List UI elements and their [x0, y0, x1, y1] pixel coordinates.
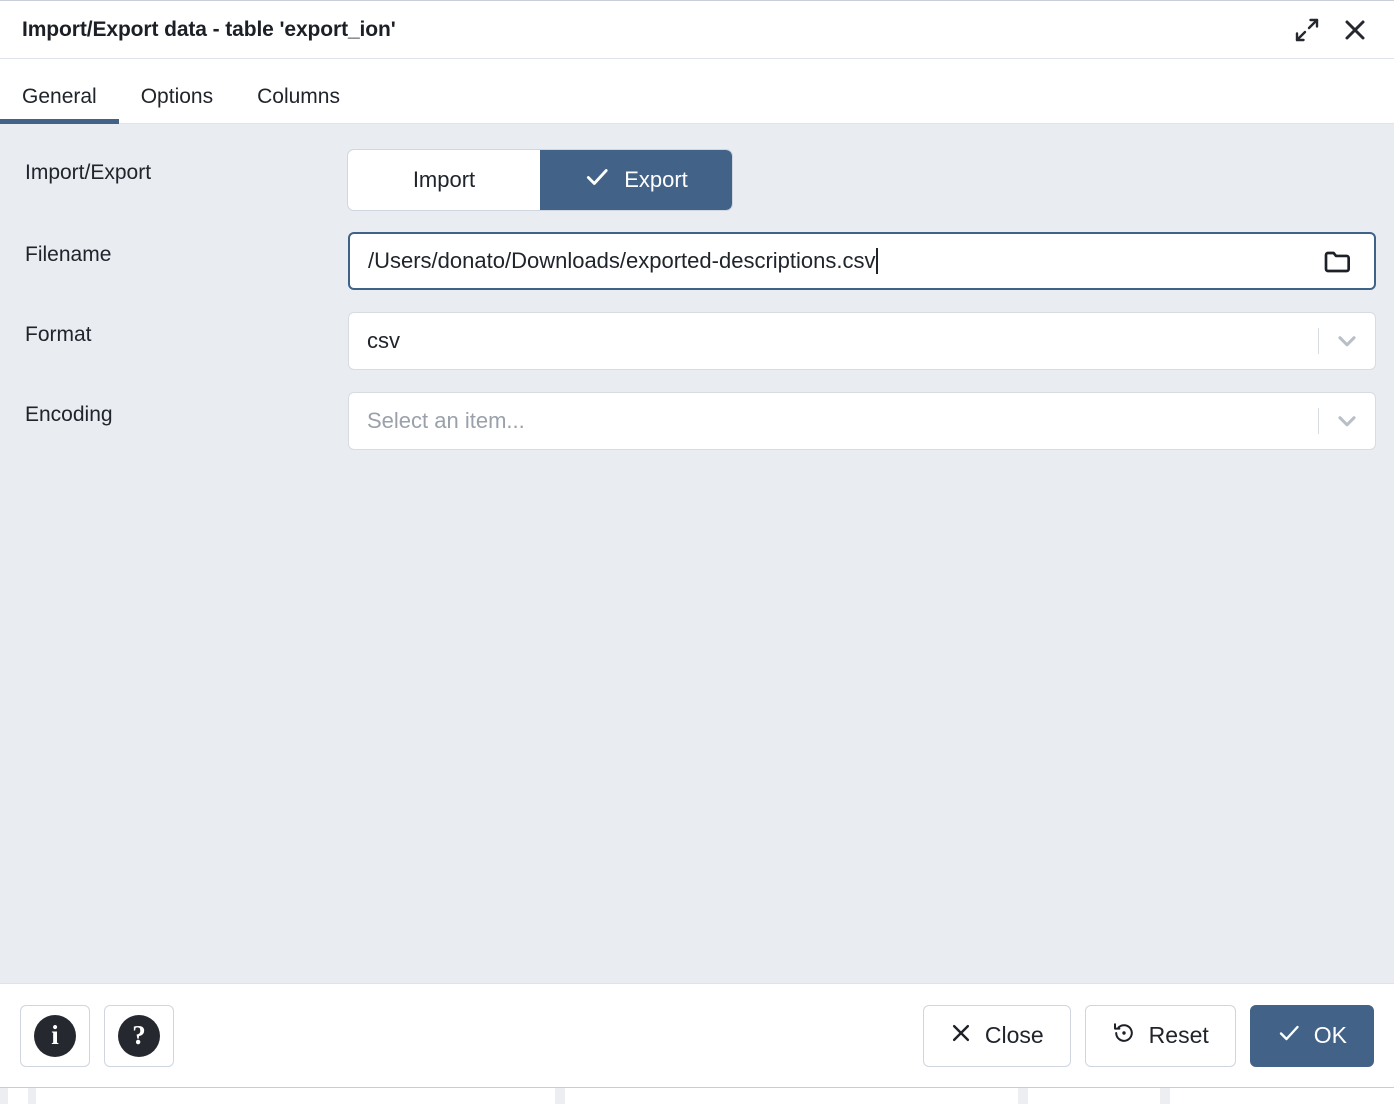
- general-tab-panel: Import/Export Import Export Filename /Us…: [0, 124, 1394, 983]
- close-icon[interactable]: [1338, 13, 1372, 47]
- export-option[interactable]: Export: [540, 150, 732, 210]
- info-icon: i: [34, 1014, 76, 1057]
- import-option-label: Import: [412, 167, 476, 192]
- field-row-import-export: Import/Export Import Export: [18, 150, 1376, 210]
- help-icon: ?: [118, 1014, 160, 1057]
- field-row-encoding: Encoding Select an item...: [18, 392, 1376, 450]
- chevron-down-icon[interactable]: [1319, 393, 1375, 449]
- encoding-select-placeholder: Select an item...: [367, 408, 525, 433]
- ok-button-label: OK: [1313, 1022, 1347, 1048]
- encoding-control: Select an item...: [348, 392, 1376, 450]
- import-export-dialog: Import/Export data - table 'export_ion' …: [0, 0, 1394, 1104]
- field-row-format: Format csv: [18, 312, 1376, 370]
- filename-value: /Users/donato/Downloads/exported-descrip…: [368, 248, 876, 273]
- dialog-footer: i ? Close Reset OK: [0, 983, 1394, 1087]
- tab-columns[interactable]: Columns: [235, 86, 362, 123]
- import-option[interactable]: Import: [348, 150, 540, 210]
- text-caret: [876, 248, 879, 274]
- ok-button[interactable]: OK: [1249, 1004, 1374, 1067]
- format-select-value: csv: [367, 328, 400, 353]
- tab-general[interactable]: General: [0, 86, 119, 124]
- dialog-titlebar: Import/Export data - table 'export_ion': [0, 1, 1394, 59]
- filename-label: Filename: [25, 243, 112, 266]
- filename-input-text: /Users/donato/Downloads/exported-descrip…: [368, 248, 1318, 274]
- filename-control: /Users/donato/Downloads/exported-descrip…: [348, 232, 1376, 290]
- close-icon: [950, 1022, 972, 1050]
- reset-button-label: Reset: [1148, 1022, 1209, 1048]
- field-row-filename: Filename /Users/donato/Downloads/exporte…: [18, 232, 1376, 290]
- help-button[interactable]: ?: [104, 1004, 174, 1067]
- footer-right-actions: Close Reset OK: [922, 1004, 1374, 1067]
- import-export-control: Import Export: [348, 150, 1376, 210]
- import-export-toggle: Import Export: [348, 150, 732, 210]
- folder-icon[interactable]: [1318, 241, 1358, 281]
- reset-button[interactable]: Reset: [1084, 1004, 1236, 1067]
- export-option-label: Export: [624, 167, 688, 192]
- encoding-select[interactable]: Select an item...: [348, 392, 1376, 450]
- footer-left-actions: i ?: [20, 1004, 174, 1067]
- format-control: csv: [348, 312, 1376, 370]
- check-icon: [584, 164, 610, 196]
- reset-icon: [1112, 1021, 1136, 1051]
- dialog-tabs: General Options Columns: [0, 59, 1394, 124]
- filename-input[interactable]: /Users/donato/Downloads/exported-descrip…: [348, 232, 1376, 290]
- window-resize-strip[interactable]: [0, 1087, 1394, 1104]
- format-label: Format: [25, 323, 92, 346]
- encoding-label: Encoding: [25, 403, 113, 426]
- import-export-label: Import/Export: [25, 161, 152, 184]
- format-select[interactable]: csv: [348, 312, 1376, 370]
- info-button[interactable]: i: [20, 1004, 90, 1067]
- close-button[interactable]: Close: [922, 1004, 1071, 1067]
- tab-options[interactable]: Options: [119, 86, 235, 123]
- close-button-label: Close: [984, 1022, 1044, 1048]
- expand-diagonal-icon[interactable]: [1290, 13, 1324, 47]
- dialog-title: Import/Export data - table 'export_ion': [22, 17, 396, 41]
- check-icon: [1277, 1021, 1301, 1051]
- chevron-down-icon[interactable]: [1319, 313, 1375, 369]
